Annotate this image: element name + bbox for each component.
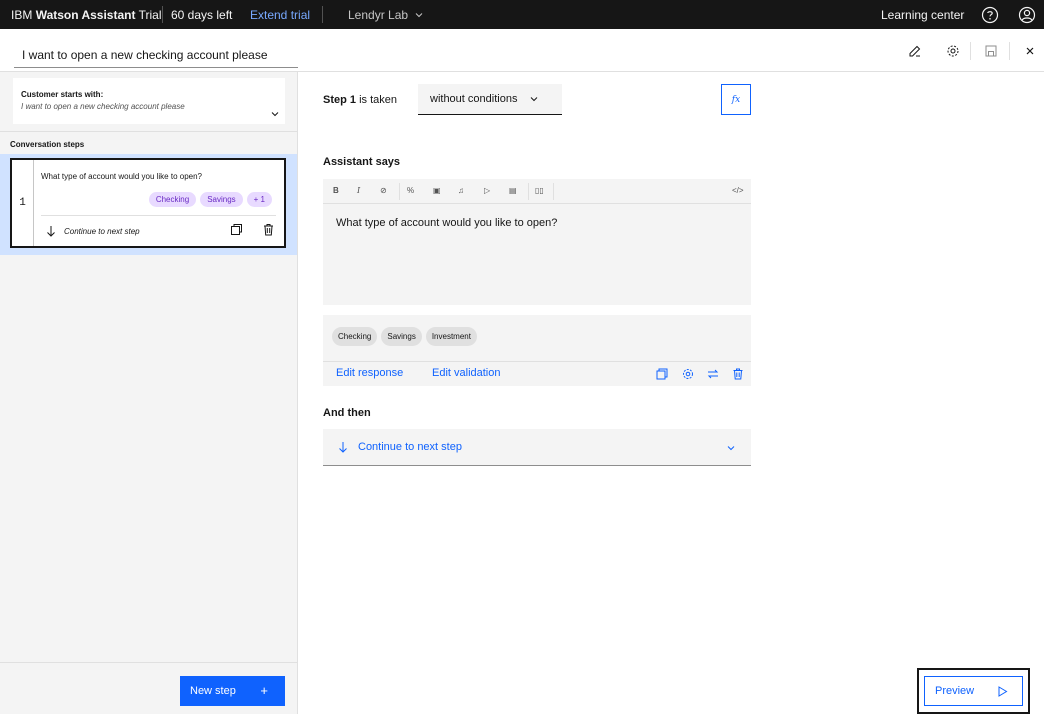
bold-button[interactable]: B — [333, 186, 339, 195]
user-avatar-icon[interactable] — [1018, 6, 1036, 24]
step-next-action: Continue to next step — [46, 225, 140, 237]
condition-value: without conditions — [430, 93, 518, 105]
divider — [970, 42, 971, 60]
chevron-down-icon — [531, 97, 538, 102]
selected-step-row: 1 What type of account would you like to… — [0, 154, 297, 255]
option-tag: Checking — [148, 192, 197, 207]
edit-icon[interactable] — [908, 44, 922, 58]
new-step-button[interactable]: New step + — [180, 676, 285, 706]
help-icon[interactable] — [981, 6, 999, 24]
extend-trial-link[interactable]: Extend trial — [250, 8, 310, 22]
plus-icon: + — [260, 683, 268, 698]
settings-icon[interactable] — [682, 368, 694, 380]
settings-icon[interactable] — [946, 44, 960, 58]
condition-dropdown[interactable]: without conditions — [418, 84, 562, 115]
brand-prefix: IBM — [11, 8, 33, 22]
option-chip[interactable]: Investment — [425, 327, 477, 346]
more-options-tag: + 1 — [246, 192, 272, 207]
audio-button[interactable]: ♫ — [458, 186, 464, 195]
customer-starts-card[interactable]: Customer starts with: I want to open a n… — [13, 78, 285, 124]
option-chips: Checking Savings Investment — [332, 327, 477, 346]
workspace-name: Lendyr Lab — [348, 8, 409, 22]
and-then-value: Continue to next step — [358, 441, 462, 453]
customer-starts-value: I want to open a new checking account pl… — [21, 102, 185, 111]
option-chip[interactable]: Checking — [332, 327, 378, 346]
function-button[interactable]: fx — [721, 84, 751, 115]
step-number: 1 — [12, 160, 34, 246]
action-title-input[interactable] — [14, 43, 298, 68]
and-then-heading: And then — [323, 407, 371, 419]
image-button[interactable]: ▣ — [433, 186, 441, 195]
arrow-down-icon — [47, 226, 55, 237]
step-condition-label: Step 1 is taken — [323, 94, 397, 106]
divider — [162, 6, 163, 23]
new-step-label: New step — [190, 685, 236, 697]
delete-icon[interactable] — [262, 223, 275, 236]
divider — [41, 215, 276, 216]
preview-focus-frame: Preview — [917, 668, 1030, 714]
divider — [322, 6, 323, 23]
italic-button[interactable]: I — [357, 186, 360, 195]
assistant-says-heading: Assistant says — [323, 156, 401, 168]
step-card[interactable]: 1 What type of account would you like to… — [10, 158, 286, 248]
conversation-steps-label: Conversation steps — [10, 140, 85, 149]
top-bar: IBM Watson Assistant Trial 60 days left … — [0, 0, 1044, 29]
brand-name: Watson Assistant — [35, 8, 136, 22]
response-editor[interactable]: B I ⊘ % ▣ ♫ ▷ ▤ ▯▯ </> What type of acco… — [323, 179, 751, 305]
columns-button[interactable]: ▯▯ — [535, 186, 544, 195]
chevron-down-icon — [727, 446, 735, 451]
divider — [0, 131, 297, 132]
arrow-down-icon — [339, 442, 347, 453]
divider — [399, 183, 400, 200]
step-label-bold: Step 1 — [323, 94, 357, 106]
workspace-switcher[interactable]: Lendyr Lab — [348, 8, 424, 22]
product-name: IBM Watson Assistant Trial — [11, 8, 162, 22]
code-view-icon[interactable]: </> — [732, 186, 744, 195]
options-response: Checking Savings Investment Edit respons… — [323, 315, 751, 386]
delete-icon[interactable] — [732, 368, 744, 380]
preview-button[interactable]: Preview — [924, 676, 1023, 706]
variable-button[interactable]: % — [407, 186, 414, 195]
plan-label: Trial — [138, 8, 162, 22]
divider — [1009, 42, 1010, 60]
editor-toolbar: B I ⊘ % ▣ ♫ ▷ ▤ ▯▯ </> — [323, 179, 751, 204]
step-label-rest: is taken — [356, 94, 397, 106]
close-icon[interactable] — [1023, 44, 1037, 58]
video-button[interactable]: ▷ — [484, 186, 490, 195]
save-icon[interactable] — [984, 44, 998, 58]
play-icon — [998, 686, 1008, 697]
edit-response-link[interactable]: Edit response — [336, 367, 403, 379]
collection-icon[interactable] — [656, 368, 668, 380]
customer-starts-label: Customer starts with: — [21, 90, 104, 99]
swap-icon[interactable] — [707, 368, 719, 380]
trial-days-left: 60 days left — [171, 8, 233, 22]
response-text[interactable]: What type of account would you like to o… — [336, 217, 557, 229]
iframe-button[interactable]: ▤ — [509, 186, 517, 195]
and-then-dropdown[interactable]: Continue to next step — [323, 429, 751, 466]
steps-panel: Customer starts with: I want to open a n… — [0, 72, 298, 714]
chevron-down-icon — [415, 13, 423, 18]
steps-panel-footer: New step + — [0, 662, 297, 714]
step-option-tags: Checking Savings + 1 — [148, 192, 272, 207]
divider — [528, 183, 529, 200]
step-title: What type of account would you like to o… — [41, 172, 202, 181]
duplicate-icon[interactable] — [230, 223, 243, 236]
step-next-label: Continue to next step — [64, 226, 140, 236]
edit-validation-link[interactable]: Edit validation — [432, 367, 501, 379]
link-button[interactable]: ⊘ — [380, 186, 387, 195]
divider — [553, 183, 554, 200]
option-chip[interactable]: Savings — [381, 327, 422, 346]
option-tag: Savings — [200, 192, 243, 207]
learning-center-link[interactable]: Learning center — [881, 8, 964, 22]
preview-label: Preview — [935, 685, 975, 697]
action-title-bar — [0, 29, 1044, 72]
chevron-down-icon[interactable] — [270, 109, 280, 119]
divider — [323, 361, 751, 362]
